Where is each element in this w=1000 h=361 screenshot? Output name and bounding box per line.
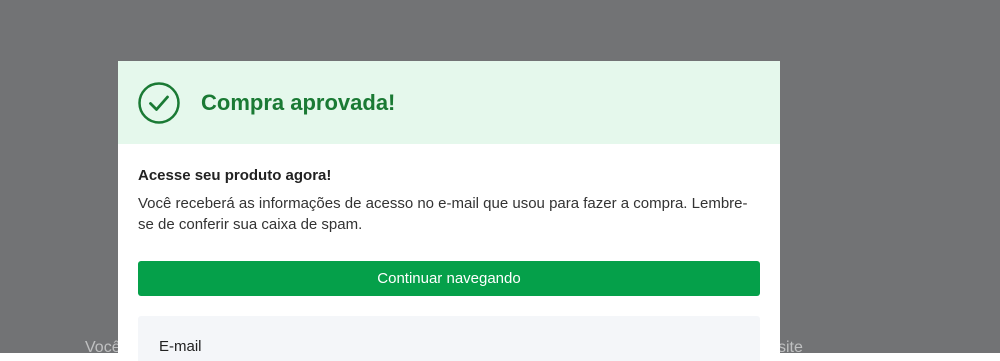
modal-header: Compra aprovada!: [118, 61, 780, 144]
access-heading: Acesse seu produto agora!: [138, 167, 332, 184]
access-message: Você receberá as informações de acesso n…: [138, 195, 748, 233]
purchase-approved-modal: Compra aprovada! Acesse seu produto agor…: [118, 61, 780, 361]
modal-title: Compra aprovada!: [201, 89, 396, 115]
email-section: E-mail: [138, 316, 760, 361]
continue-browsing-button[interactable]: Continuar navegando: [138, 261, 760, 296]
background-text-left: Você: [85, 339, 121, 356]
check-circle-icon: [138, 81, 180, 124]
email-label: E-mail: [159, 338, 202, 355]
background-text-right: site: [778, 339, 803, 356]
modal-body: Acesse seu produto agora! Você receberá …: [118, 144, 780, 361]
